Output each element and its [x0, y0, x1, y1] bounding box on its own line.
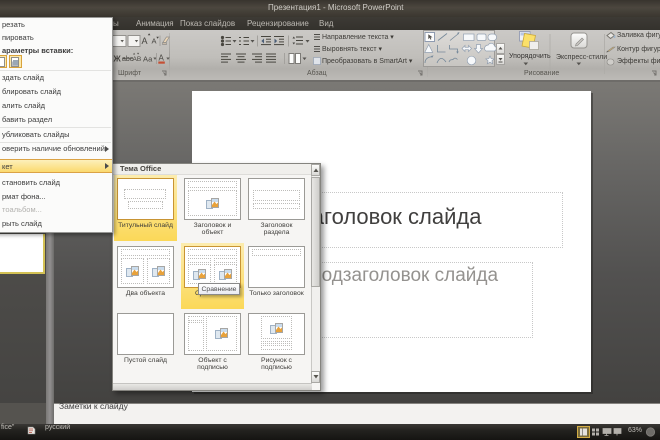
svg-text:А: А: [152, 37, 157, 46]
svg-text:АВ: АВ: [133, 56, 142, 63]
svg-text:А: А: [142, 36, 148, 46]
svg-text:Аа: Аа: [143, 55, 153, 64]
svg-text:А: А: [159, 54, 165, 63]
svg-text:Ж: Ж: [113, 55, 122, 64]
